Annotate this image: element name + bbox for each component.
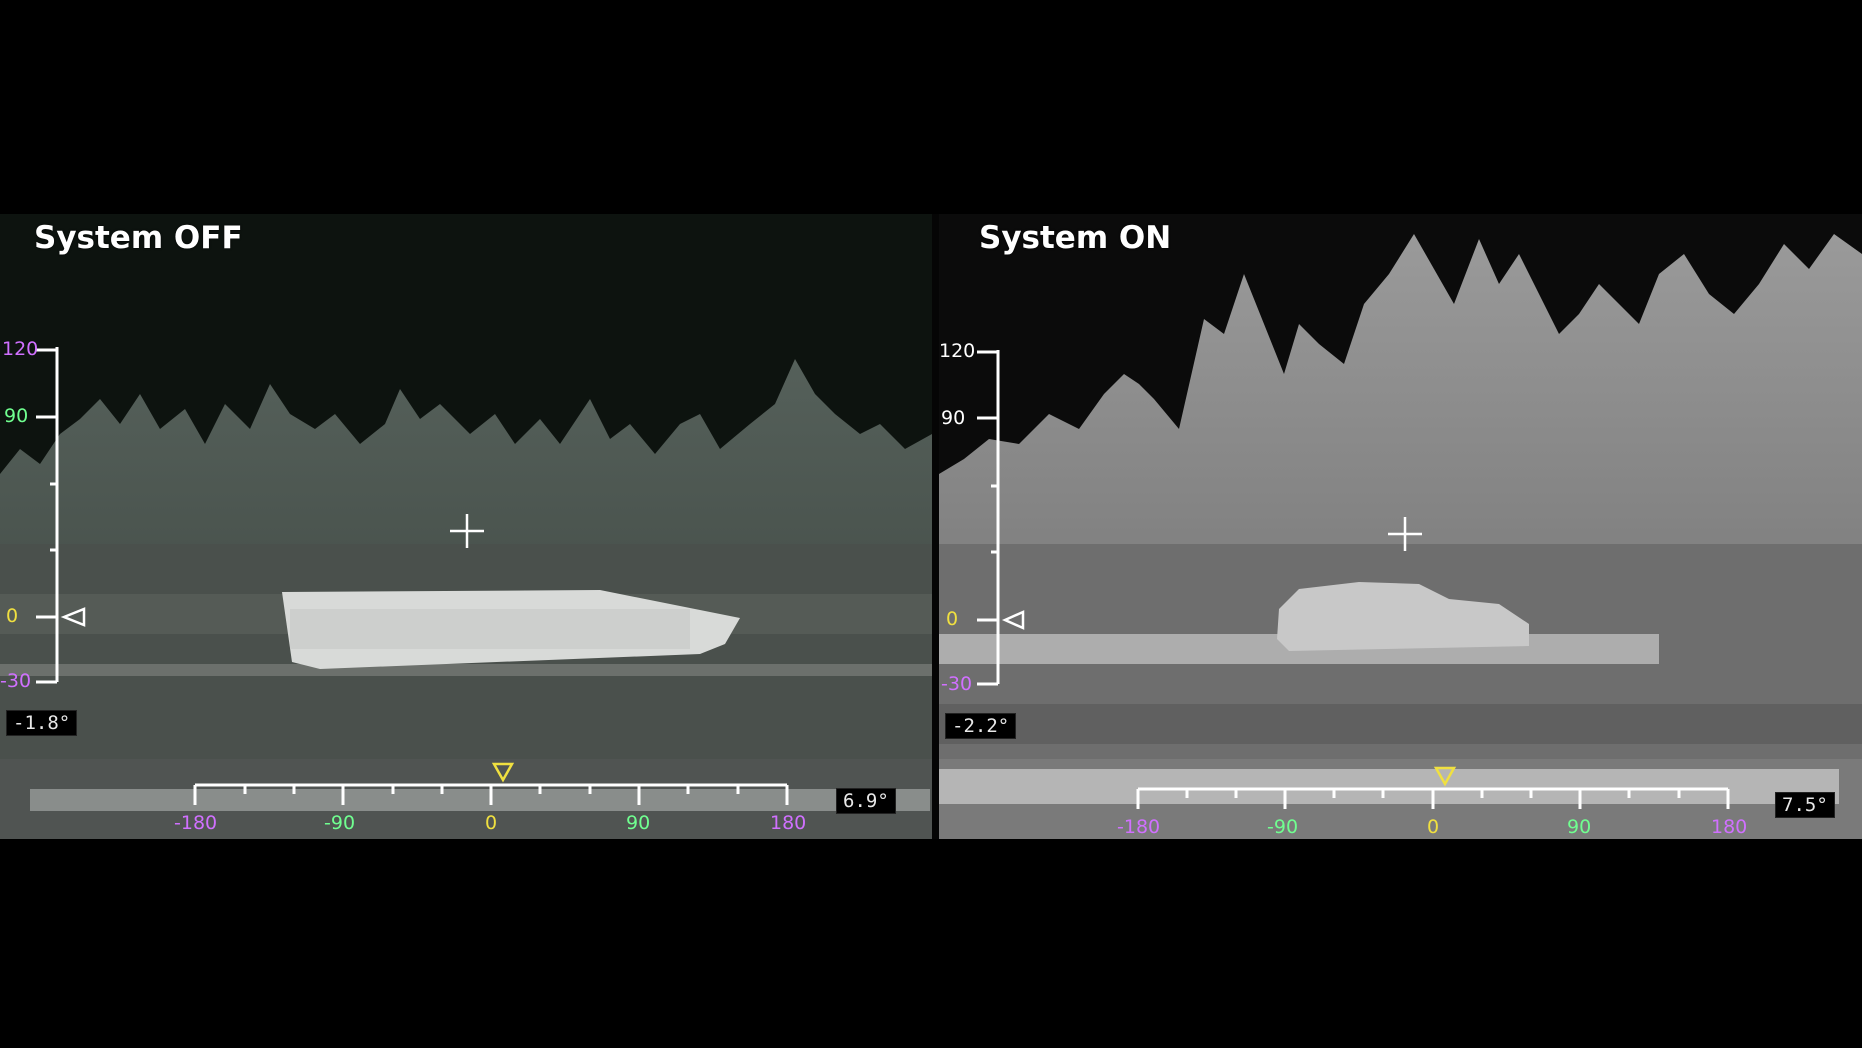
thermal-view-system-on: System ON 120 90 0 -30 -180 -90 0 90 180…: [939, 214, 1862, 839]
azimuth-tick-label: 180: [1711, 816, 1748, 838]
thermal-view-system-off: System OFF 120 90 0 -30 -180 -90 0 90 18…: [0, 214, 932, 839]
azimuth-tick-label: 0: [1427, 816, 1440, 838]
elevation-readout: -2.2°: [945, 713, 1017, 739]
elevation-tick-label: 120: [2, 338, 39, 360]
azimuth-readout: 6.9°: [836, 788, 896, 814]
elevation-tick-label: 0: [946, 608, 959, 630]
azimuth-tick-label: -90: [324, 812, 356, 834]
elevation-tick-label: -30: [941, 673, 973, 695]
panel-title: System ON: [979, 220, 1172, 256]
azimuth-readout: 7.5°: [1775, 792, 1835, 818]
elevation-tick-label: 90: [941, 407, 966, 429]
panel-divider: [932, 214, 939, 839]
elevation-tick-label: -30: [0, 670, 32, 692]
azimuth-tick-label: 90: [626, 812, 651, 834]
azimuth-tick-label: 0: [485, 812, 498, 834]
thermal-scene-on: [939, 234, 1862, 839]
azimuth-tick-label: -180: [1117, 816, 1161, 838]
panel-title: System OFF: [34, 220, 243, 256]
azimuth-tick-label: -90: [1267, 816, 1299, 838]
elevation-tick-label: 90: [4, 405, 29, 427]
azimuth-tick-label: 90: [1567, 816, 1592, 838]
elevation-readout: -1.8°: [6, 710, 78, 736]
elevation-tick-label: 0: [6, 605, 19, 627]
thermal-scene-off: [0, 347, 932, 839]
azimuth-tick-label: -180: [174, 812, 218, 834]
elevation-tick-label: 120: [939, 340, 976, 362]
azimuth-tick-label: 180: [770, 812, 807, 834]
